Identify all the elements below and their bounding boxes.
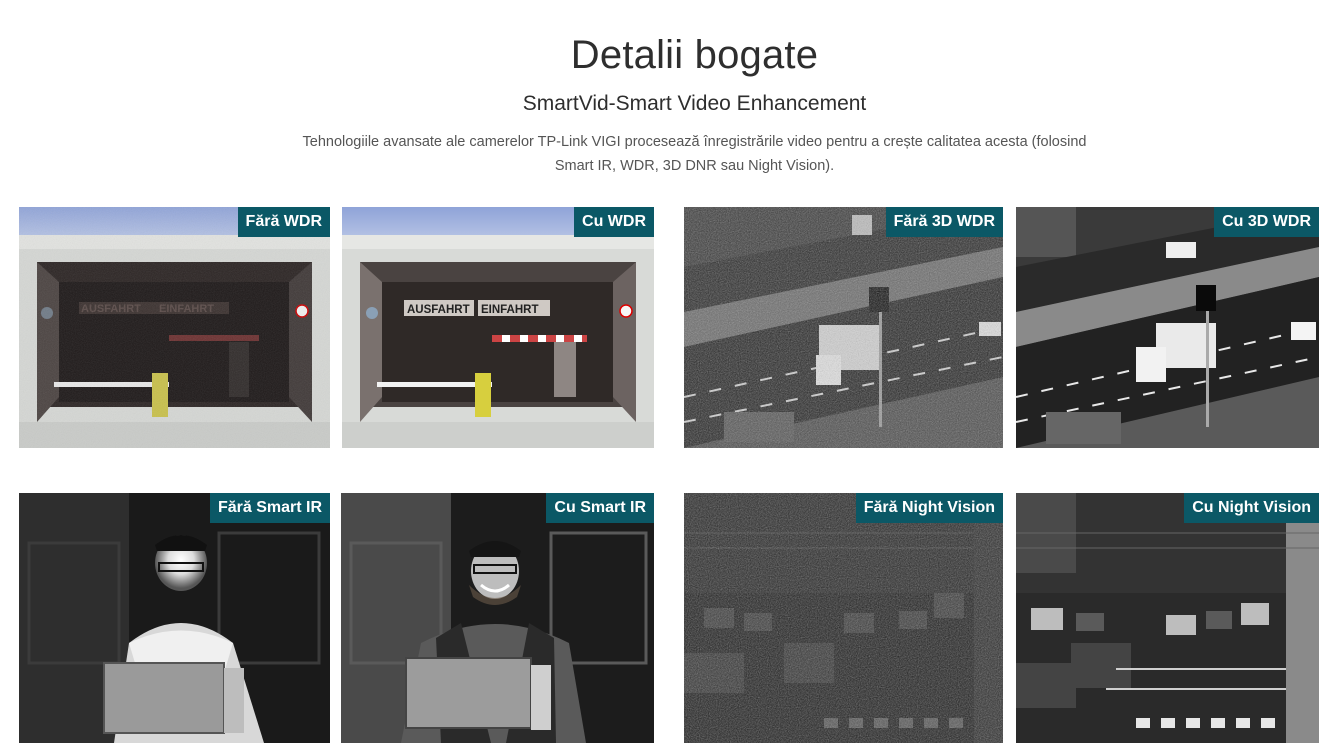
image-with-smart-ir: Cu Smart IR <box>341 493 654 743</box>
image-with-3d-wdr: Cu 3D WDR <box>1016 207 1319 448</box>
label-with-3d-wdr: Cu 3D WDR <box>1214 207 1319 237</box>
sign-ausfahrt: AUSFAHRT <box>407 304 470 316</box>
label-with-wdr: Cu WDR <box>574 207 654 237</box>
section-subtitle: SmartVid-Smart Video Enhancement <box>522 92 867 116</box>
image-with-wdr: AUSFAHRT EINFAHRT Cu WDR <box>342 207 654 448</box>
courier-image <box>341 493 654 743</box>
section-description: Tehnologiile avansate ale camerelor TP-L… <box>302 133 1087 174</box>
garage-entrance-image: AUSFAHRT EINFAHRT <box>342 207 654 448</box>
page-title: Detalii bogate <box>570 32 819 77</box>
label-without-3d-wdr: Fără 3D WDR <box>885 207 1003 237</box>
image-without-night-vision: Fără Night Vision <box>684 493 1003 743</box>
label-without-smart-ir: Fără Smart IR <box>209 493 330 523</box>
label-without-wdr: Fără WDR <box>237 207 330 237</box>
sign-einfahrt: EINFAHRT <box>481 304 539 316</box>
image-without-3d-wdr: Fără 3D WDR <box>684 207 1003 448</box>
garage-entrance-image: AUSFAHRT EINFAHRT <box>19 207 330 448</box>
courier-image <box>19 493 330 743</box>
highway-image <box>684 207 1003 448</box>
label-without-night-vision: Fără Night Vision <box>855 493 1003 523</box>
highway-image <box>1016 207 1319 448</box>
image-without-wdr: AUSFAHRT EINFAHRT Fără WDR <box>19 207 330 448</box>
night-street-image <box>1016 493 1319 743</box>
label-with-night-vision: Cu Night Vision <box>1184 493 1319 523</box>
image-without-smart-ir: Fără Smart IR <box>19 493 330 743</box>
night-street-image <box>684 493 1003 743</box>
label-with-smart-ir: Cu Smart IR <box>546 493 654 523</box>
image-with-night-vision: Cu Night Vision <box>1016 493 1319 743</box>
